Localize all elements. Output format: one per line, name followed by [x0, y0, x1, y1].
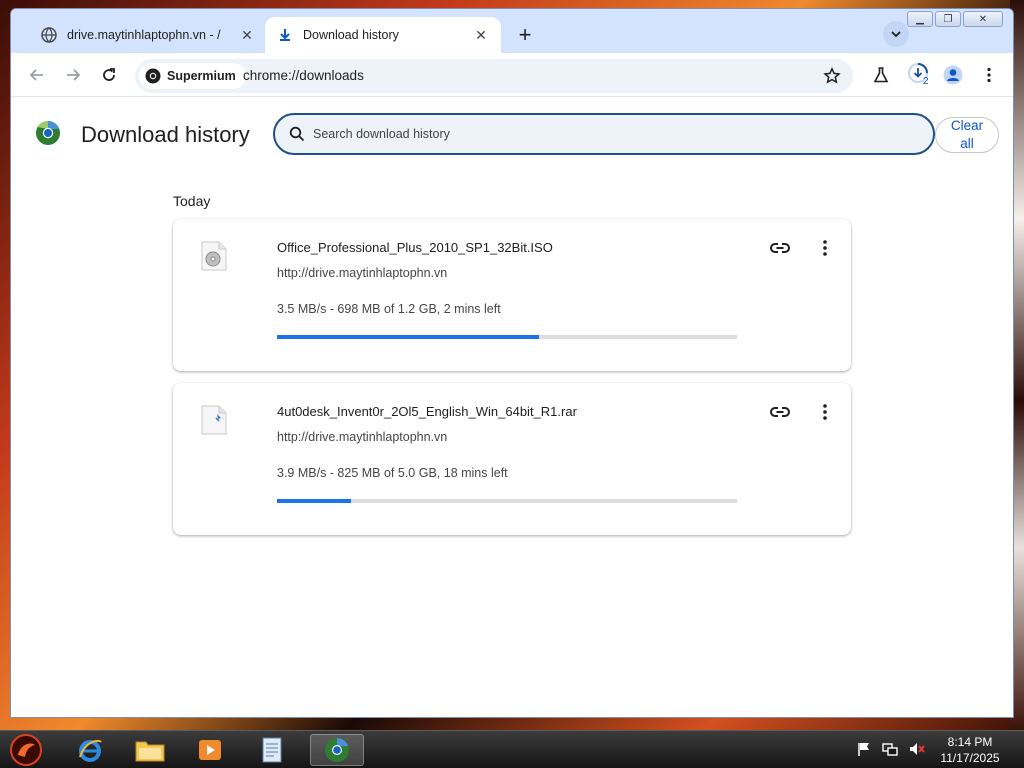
address-bar[interactable]: Supermium chrome://downloads — [135, 59, 853, 93]
clock-date: 11/17/2025 — [940, 751, 1000, 765]
more-vert-icon — [987, 67, 991, 83]
download-status: 3.5 MB/s - 698 MB of 1.2 GB, 2 mins left — [277, 302, 501, 316]
window-controls: ▁ ❐ ✕ — [907, 11, 1003, 27]
site-info-chip[interactable]: Supermium — [139, 63, 246, 89]
downloads-page: Download history Clear all Today Office_… — [11, 98, 1013, 717]
link-icon[interactable] — [769, 237, 791, 259]
download-source-url[interactable]: http://drive.maytinhlaptophn.vn — [277, 266, 447, 280]
more-vert-icon[interactable] — [815, 237, 835, 259]
archive-file-icon — [201, 405, 227, 435]
progress-fill — [277, 499, 351, 503]
taskbar-clock[interactable]: 8:14 PM 11/17/2025 — [930, 734, 1010, 766]
tab-search-button[interactable] — [883, 21, 909, 47]
labs-button[interactable] — [869, 63, 893, 87]
download-filename[interactable]: 4ut0desk_Invent0r_2Ol5_English_Win_64bit… — [277, 404, 577, 419]
media-player-icon — [199, 740, 221, 760]
arrow-left-icon — [29, 69, 43, 81]
more-vert-icon[interactable] — [815, 401, 835, 423]
search-downloads-box[interactable] — [273, 113, 935, 155]
download-count-badge: 2 — [923, 76, 929, 87]
new-tab-button[interactable]: + — [511, 21, 539, 49]
clear-all-button[interactable]: Clear all — [935, 117, 999, 153]
avatar-icon — [943, 65, 963, 85]
network-icon[interactable] — [882, 741, 898, 757]
close-tab-icon[interactable]: ✕ — [239, 27, 255, 43]
menu-button[interactable] — [977, 63, 1001, 87]
taskbar-media-player[interactable] — [190, 734, 230, 766]
tab-download-history[interactable]: Download history ✕ — [265, 17, 501, 53]
profile-button[interactable] — [941, 63, 965, 87]
progress-fill — [277, 335, 540, 339]
page-title: Download history — [81, 122, 250, 147]
supermium-logo-icon — [36, 120, 60, 145]
site-chip-label: Supermium — [167, 69, 236, 83]
forward-button[interactable] — [61, 63, 85, 87]
search-input[interactable] — [311, 124, 911, 144]
supermium-icon — [325, 738, 349, 762]
taskbar-supermium[interactable] — [310, 734, 364, 766]
url-text: chrome://downloads — [243, 68, 364, 83]
tab-title: Download history — [303, 28, 399, 42]
tab-title: drive.maytinhlaptophn.vn - / — [67, 28, 221, 42]
reload-icon — [103, 68, 115, 81]
chromium-icon — [145, 68, 161, 84]
internet-explorer-icon — [79, 739, 102, 762]
flask-icon — [873, 67, 889, 83]
tab-drive[interactable]: drive.maytinhlaptophn.vn - / ✕ — [29, 17, 267, 53]
taskbar-ie[interactable] — [70, 734, 110, 766]
arrow-right-icon — [67, 69, 81, 81]
back-button[interactable] — [25, 63, 49, 87]
download-status: 3.9 MB/s - 825 MB of 5.0 GB, 18 mins lef… — [277, 466, 508, 480]
close-tab-icon[interactable]: ✕ — [473, 27, 489, 43]
download-progress-bar — [277, 499, 737, 503]
search-icon — [289, 126, 305, 142]
minimize-button[interactable]: ▁ — [907, 11, 933, 27]
disc-image-file-icon — [201, 241, 227, 271]
download-item: Office_Professional_Plus_2010_SP1_32Bit.… — [173, 219, 851, 371]
action-center-flag-icon[interactable] — [856, 741, 872, 757]
downloads-button[interactable]: 2 — [905, 63, 933, 87]
maximize-button[interactable]: ❐ — [935, 11, 961, 27]
tab-strip: drive.maytinhlaptophn.vn - / ✕ Download … — [11, 9, 1013, 53]
download-icon — [280, 29, 290, 41]
start-button[interactable] — [8, 733, 44, 767]
reload-button[interactable] — [97, 63, 121, 87]
taskbar-explorer[interactable] — [130, 734, 170, 766]
document-icon — [262, 737, 282, 763]
taskbar: 8:14 PM 11/17/2025 — [0, 730, 1024, 768]
download-source-url[interactable]: http://drive.maytinhlaptophn.vn — [277, 430, 447, 444]
browser-window: drive.maytinhlaptophn.vn - / ✕ Download … — [10, 8, 1014, 718]
download-item: 4ut0desk_Invent0r_2Ol5_English_Win_64bit… — [173, 383, 851, 535]
download-filename[interactable]: Office_Professional_Plus_2010_SP1_32Bit.… — [277, 240, 553, 255]
link-icon[interactable] — [769, 401, 791, 423]
chevron-down-icon — [891, 31, 901, 38]
system-tray — [856, 741, 926, 757]
bookmark-star-icon[interactable] — [823, 67, 841, 85]
folder-icon — [135, 741, 165, 762]
volume-muted-icon[interactable] — [908, 741, 926, 757]
close-window-button[interactable]: ✕ — [963, 11, 1003, 27]
taskbar-document-app[interactable] — [252, 734, 292, 766]
browser-toolbar: Supermium chrome://downloads 2 — [11, 53, 1013, 97]
date-header: Today — [173, 193, 211, 209]
clock-time: 8:14 PM — [947, 735, 993, 749]
download-progress-bar — [277, 335, 737, 339]
globe-icon — [41, 27, 57, 43]
